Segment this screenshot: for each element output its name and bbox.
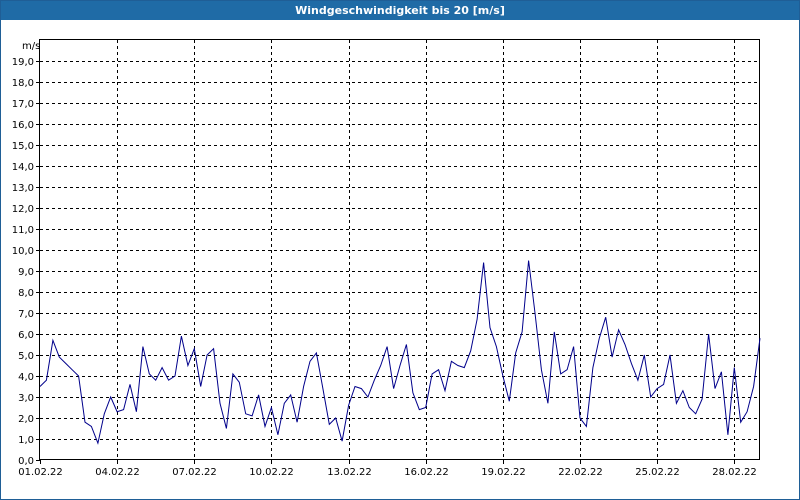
y-tick-label: 2,0	[18, 414, 34, 425]
x-tick-label: 13.02.22	[327, 467, 372, 478]
x-tick-label: 22.02.22	[558, 467, 603, 478]
y-tick-label: 8,0	[18, 288, 34, 299]
x-tick-label: 19.02.22	[481, 467, 526, 478]
y-tick-label: 17,0	[12, 99, 34, 110]
wind-speed-chart: 0,0 1,0 2,0 3,0 4,0 5,0 6,0 7,0 8,0 9,0 10,0 11,0 12…	[12, 39, 761, 478]
y-axis-ticks: 0,0 1,0 2,0 3,0 4,0 5,0 6,0 7,0 8,0 9,0 10,0 11,0 12…	[12, 57, 40, 467]
y-tick-label: 0,0	[18, 456, 34, 467]
y-unit-label: m/s	[22, 41, 40, 52]
y-tick-label: 6,0	[18, 330, 34, 341]
x-tick-label: 07.02.22	[172, 467, 217, 478]
y-tick-label: 1,0	[18, 435, 34, 446]
x-tick-label: 16.02.22	[404, 467, 449, 478]
x-tick-label: 25.02.22	[635, 467, 680, 478]
grid-lines	[40, 40, 760, 460]
y-tick-label: 16,0	[12, 120, 34, 131]
y-tick-label: 19,0	[12, 57, 34, 68]
y-tick-label: 3,0	[18, 393, 34, 404]
y-tick-label: 9,0	[18, 267, 34, 278]
x-tick-label: 04.02.22	[95, 467, 140, 478]
y-tick-label: 11,0	[12, 225, 34, 236]
y-tick-label: 10,0	[12, 246, 34, 257]
y-tick-label: 13,0	[12, 183, 34, 194]
y-tick-label: 14,0	[12, 162, 34, 173]
y-tick-label: 7,0	[18, 309, 34, 320]
y-tick-label: 18,0	[12, 78, 34, 89]
y-tick-label: 4,0	[18, 372, 34, 383]
x-tick-label: 01.02.22	[18, 467, 63, 478]
wind-speed-line	[39, 260, 761, 445]
y-tick-label: 15,0	[12, 141, 34, 152]
y-tick-label: 5,0	[18, 351, 34, 362]
x-tick-label: 28.02.22	[712, 467, 757, 478]
x-tick-label: 10.02.22	[249, 467, 294, 478]
y-tick-label: 12,0	[12, 204, 34, 215]
x-axis-ticks: 01.02.22 04.02.22 07.02.22 10.02.22 13.02.22…	[18, 460, 757, 478]
